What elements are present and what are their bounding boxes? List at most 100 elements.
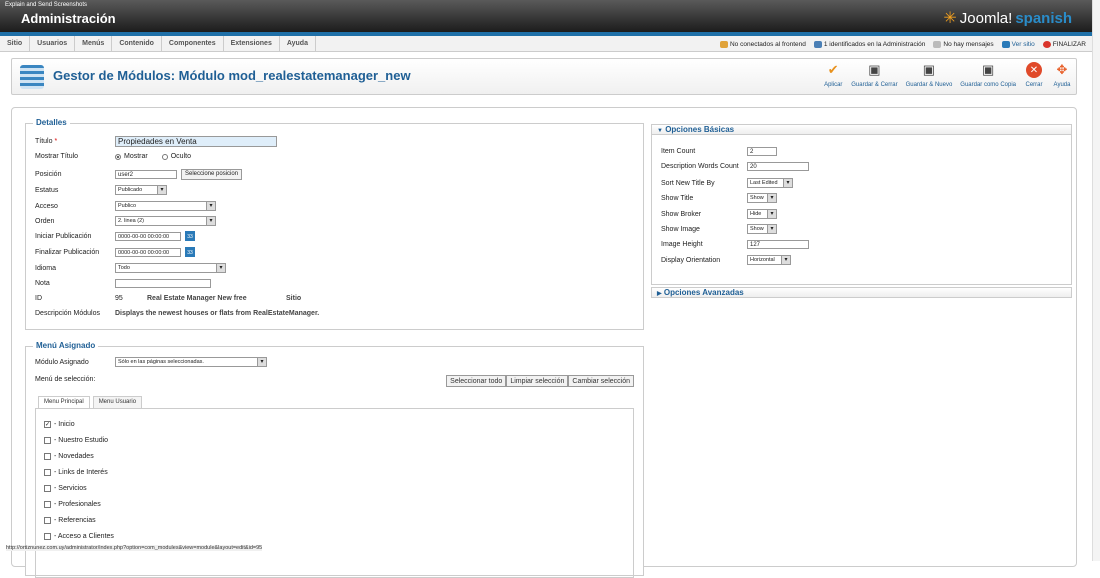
nota-input[interactable] [115, 279, 211, 288]
desc-words-input[interactable]: 20 [747, 162, 809, 171]
list-item[interactable]: - Profesionales [44, 501, 101, 508]
list-item[interactable]: - Links de Interés [44, 469, 108, 476]
menu-ayuda[interactable]: Ayuda [280, 35, 316, 52]
admin-status: 1 identificados en la Administración [813, 40, 925, 48]
page-scrollbar[interactable] [1092, 0, 1100, 561]
details-legend: Detalles [33, 118, 70, 127]
show-broker-label: Show Broker [661, 210, 702, 218]
menu-sitio[interactable]: Sitio [0, 35, 31, 52]
menu-usuarios[interactable]: Usuarios [30, 35, 76, 52]
finalizar-input[interactable]: 0000-00-00 00:00:00 [115, 247, 181, 257]
finalizar-label: Finalizar Publicación [35, 248, 100, 256]
titulo-input[interactable]: Propiedades en Venta [115, 136, 277, 147]
checkbox[interactable] [44, 485, 51, 492]
menu-extensiones[interactable]: Extensiones [224, 35, 280, 52]
list-item[interactable]: - Referencias [44, 517, 96, 524]
modulo-select[interactable]: Sólo en las páginas seleccionadas. [115, 357, 267, 367]
tab-menu-usuario[interactable]: Menu Usuario [92, 396, 143, 408]
menu-items-panel: ✓ - Inicio - Nuestro Estudio - Novedades … [35, 408, 634, 578]
checkbox[interactable] [44, 469, 51, 476]
show-title-label: Show Title [661, 194, 694, 202]
help-icon: ✥ [1056, 62, 1068, 77]
idioma-row: Idioma Todo [35, 263, 226, 273]
calendar-icon[interactable]: 33 [185, 231, 195, 241]
tab-menu-principal[interactable]: Menu Principal [38, 396, 90, 408]
orientation-select[interactable]: Horizontal [747, 255, 791, 265]
list-item[interactable]: - Nuestro Estudio [44, 437, 108, 444]
checkbox-checked[interactable]: ✓ [44, 421, 51, 428]
show-broker-select[interactable]: Hide [747, 209, 777, 219]
check-icon: ✔ [827, 62, 839, 77]
oculto-radio[interactable] [161, 153, 168, 160]
toolbar-buttons: ✔ Aplicar ▣ Guardar & Cerrar ▣ Guardar & Nu… [823, 62, 1072, 88]
sort-select[interactable]: Last Edited [747, 178, 793, 188]
menu-item-label: - Servicios [54, 485, 87, 492]
acceso-row: Acceso Publico [35, 201, 216, 211]
image-height-label: Image Height [661, 241, 703, 248]
select-position-button[interactable]: Seleccione posicion [181, 169, 243, 180]
id-row: ID 95 Real Estate Manager New free Sitio [35, 295, 301, 302]
required-mark: * [54, 138, 58, 145]
modulo-label: Módulo Asignado [35, 358, 89, 366]
admin-user-icon [813, 40, 822, 48]
estatus-row: Estatus Publicado [35, 185, 167, 195]
save-new-button[interactable]: ▣ Guardar & Nuevo [906, 62, 953, 88]
calendar-icon[interactable]: 33 [185, 247, 195, 257]
acceso-select[interactable]: Publico [115, 201, 216, 211]
save-copy-button[interactable]: ▣ Guardar como Copia [960, 62, 1016, 88]
menu-componentes[interactable]: Componentes [162, 35, 224, 52]
apply-button[interactable]: ✔ Aplicar [823, 62, 843, 88]
save-close-button[interactable]: ▣ Guardar & Cerrar [851, 62, 897, 88]
list-item[interactable]: ✓ - Inicio [44, 421, 75, 428]
seleccion-label: Menú de selección: [35, 376, 96, 383]
menu-menus[interactable]: Menús [75, 35, 113, 52]
list-item[interactable]: - Acceso a Clientes [44, 533, 114, 540]
desc-words-label: Description Words Count [661, 163, 739, 170]
iniciar-row: Iniciar Publicación 0000-00-00 00:00:00 33 [35, 231, 195, 241]
help-button[interactable]: ✥ Ayuda [1052, 62, 1072, 88]
show-image-select[interactable]: Show [747, 224, 777, 234]
menu-contenido[interactable]: Contenido [112, 35, 162, 52]
view-site-link[interactable]: Ver sitio [1001, 40, 1035, 48]
toggle-selection-button[interactable]: Cambiar selección [568, 375, 634, 387]
users-icon [719, 40, 728, 48]
show-title-select[interactable]: Show [747, 193, 777, 203]
checkbox[interactable] [44, 533, 51, 540]
messages-status[interactable]: No hay mensajes [933, 40, 994, 48]
save-new-icon: ▣ [922, 62, 936, 77]
image-height-row: Image Height 127 [661, 240, 809, 249]
orientation-row: Display Orientation Horizontal [661, 255, 791, 265]
show-image-row: Show Image Show [661, 224, 777, 234]
orden-select[interactable]: 2. linea (2) [115, 216, 216, 226]
iniciar-input[interactable]: 0000-00-00 00:00:00 [115, 231, 181, 241]
nota-label: Nota [35, 280, 50, 287]
checkbox[interactable] [44, 453, 51, 460]
iniciar-label: Iniciar Publicación [35, 232, 92, 240]
list-item[interactable]: - Novedades [44, 453, 94, 460]
idioma-select[interactable]: Todo [115, 263, 226, 273]
close-button[interactable]: ✕ Cerrar [1024, 62, 1044, 88]
logout-link[interactable]: FINALIZAR [1042, 40, 1086, 48]
mostrar-option: Mostrar [124, 153, 148, 160]
posicion-row: Posición user2 Seleccione posicion [35, 169, 243, 180]
checkbox[interactable] [44, 501, 51, 508]
close-label: Cerrar [1025, 82, 1043, 88]
orientation-label: Display Orientation [661, 256, 721, 264]
posicion-input[interactable]: user2 [115, 170, 177, 179]
clear-selection-button[interactable]: Limpiar selección [506, 375, 569, 387]
select-all-button[interactable]: Seleccionar todo [446, 375, 507, 387]
image-height-input[interactable]: 127 [747, 240, 809, 249]
basic-options-header[interactable]: ▼ Opciones Básicas [651, 124, 1072, 135]
collapse-arrow-icon: ▼ [657, 128, 663, 134]
desc-label: Descripción Módulos [35, 310, 100, 317]
estatus-label: Estatus [35, 186, 59, 194]
list-item[interactable]: - Servicios [44, 485, 87, 492]
checkbox[interactable] [44, 517, 51, 524]
mostrar-radio[interactable] [115, 153, 121, 160]
finalizar-row: Finalizar Publicación 0000-00-00 00:00:00… [35, 247, 195, 257]
estatus-select[interactable]: Publicado [115, 185, 167, 195]
advanced-options-header[interactable]: ▶ Opciones Avanzadas [651, 287, 1072, 298]
item-count-input[interactable]: 2 [747, 147, 777, 156]
item-count-label: Item Count [661, 148, 696, 155]
checkbox[interactable] [44, 437, 51, 444]
